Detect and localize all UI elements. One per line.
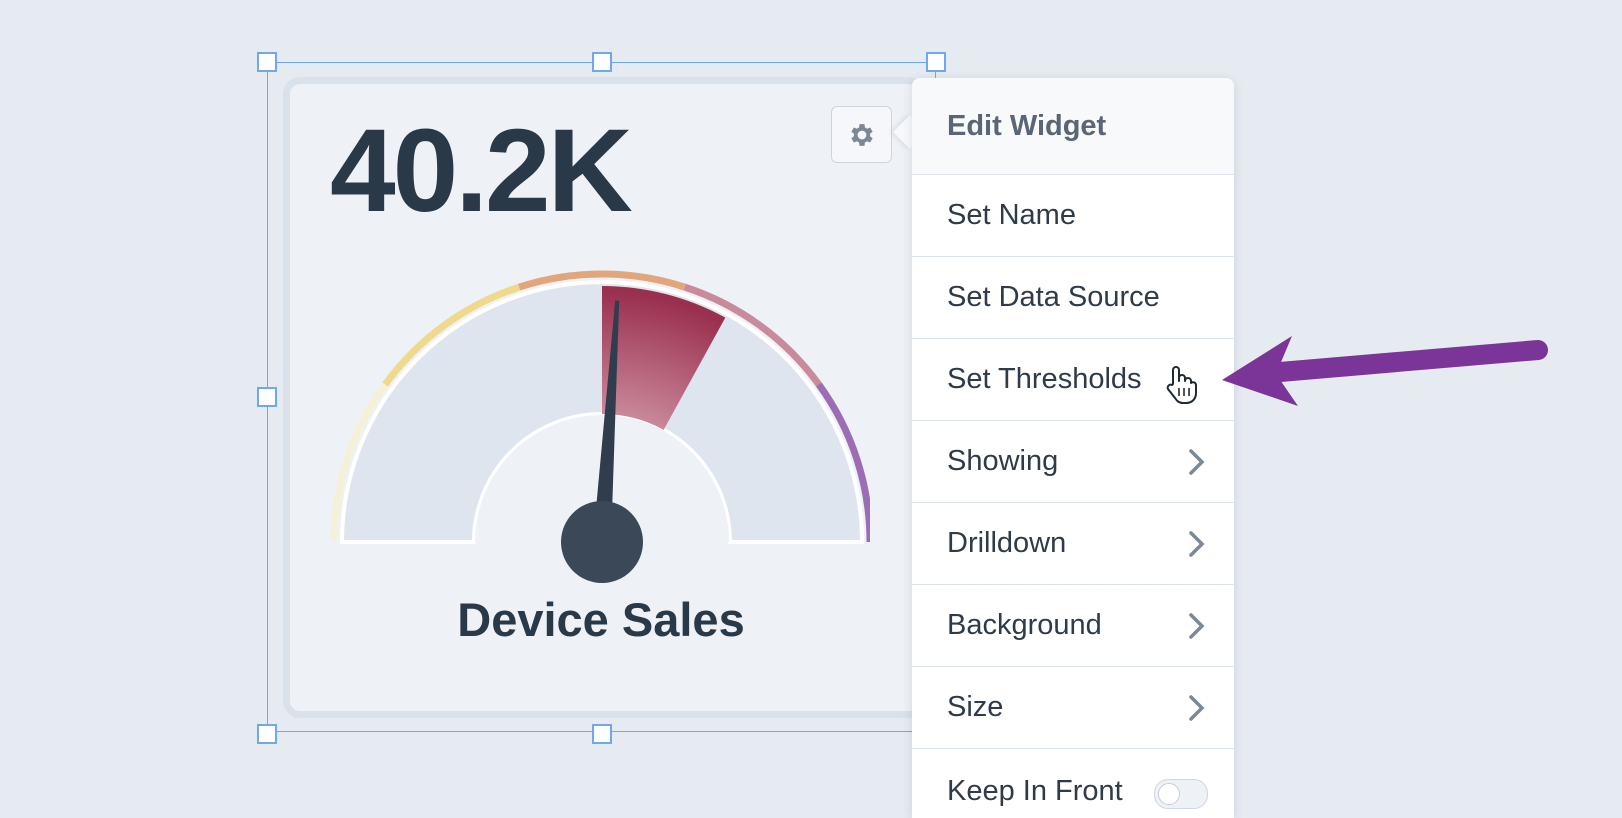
chevron-right-icon [1189, 448, 1205, 475]
chevron-right-icon [1189, 530, 1205, 557]
menu-item-size[interactable]: Size [912, 667, 1234, 749]
gear-icon [850, 123, 873, 146]
menu-item-label: Showing [947, 445, 1059, 477]
menu-item-set-data-source[interactable]: Set Data Source [912, 257, 1234, 339]
widget-title: Device Sales [457, 593, 745, 646]
resize-handle-left[interactable] [257, 387, 277, 407]
chevron-right-icon [1189, 694, 1205, 721]
menu-item-label: Drilldown [947, 527, 1067, 559]
menu-item-drilldown[interactable]: Drilldown [912, 503, 1234, 585]
menu-item-showing[interactable]: Showing [912, 421, 1234, 503]
resize-handle-top[interactable] [592, 52, 612, 72]
gauge-needle-hub [561, 501, 643, 583]
resize-handle-bottom-left[interactable] [257, 724, 277, 744]
resize-handle-top-right[interactable] [926, 52, 946, 72]
gauge-chart [330, 270, 870, 583]
kpi-value: 40.2K [330, 105, 633, 237]
resize-handle-top-left[interactable] [257, 52, 277, 72]
menu-item-label: Set Data Source [947, 281, 1160, 313]
resize-handle-bottom[interactable] [592, 724, 612, 744]
hand-cursor-icon [1166, 366, 1197, 404]
keep-in-front-toggle[interactable] [1154, 779, 1208, 809]
edit-widget-menu: Edit Widget Set Name Set Data Source Set T… [912, 78, 1234, 818]
chevron-right-icon [1189, 612, 1205, 639]
widget-settings-button[interactable] [831, 106, 892, 163]
menu-item-background[interactable]: Background [912, 585, 1234, 667]
menu-item-keep-in-front[interactable]: Keep In Front [912, 749, 1234, 818]
annotation-arrow-icon [1222, 336, 1548, 406]
menu-item-label: Set Name [947, 199, 1076, 231]
menu-item-label: Background [947, 609, 1102, 641]
menu-header: Edit Widget [912, 78, 1234, 175]
menu-item-label: Size [947, 691, 1004, 723]
menu-item-set-name[interactable]: Set Name [912, 175, 1234, 257]
